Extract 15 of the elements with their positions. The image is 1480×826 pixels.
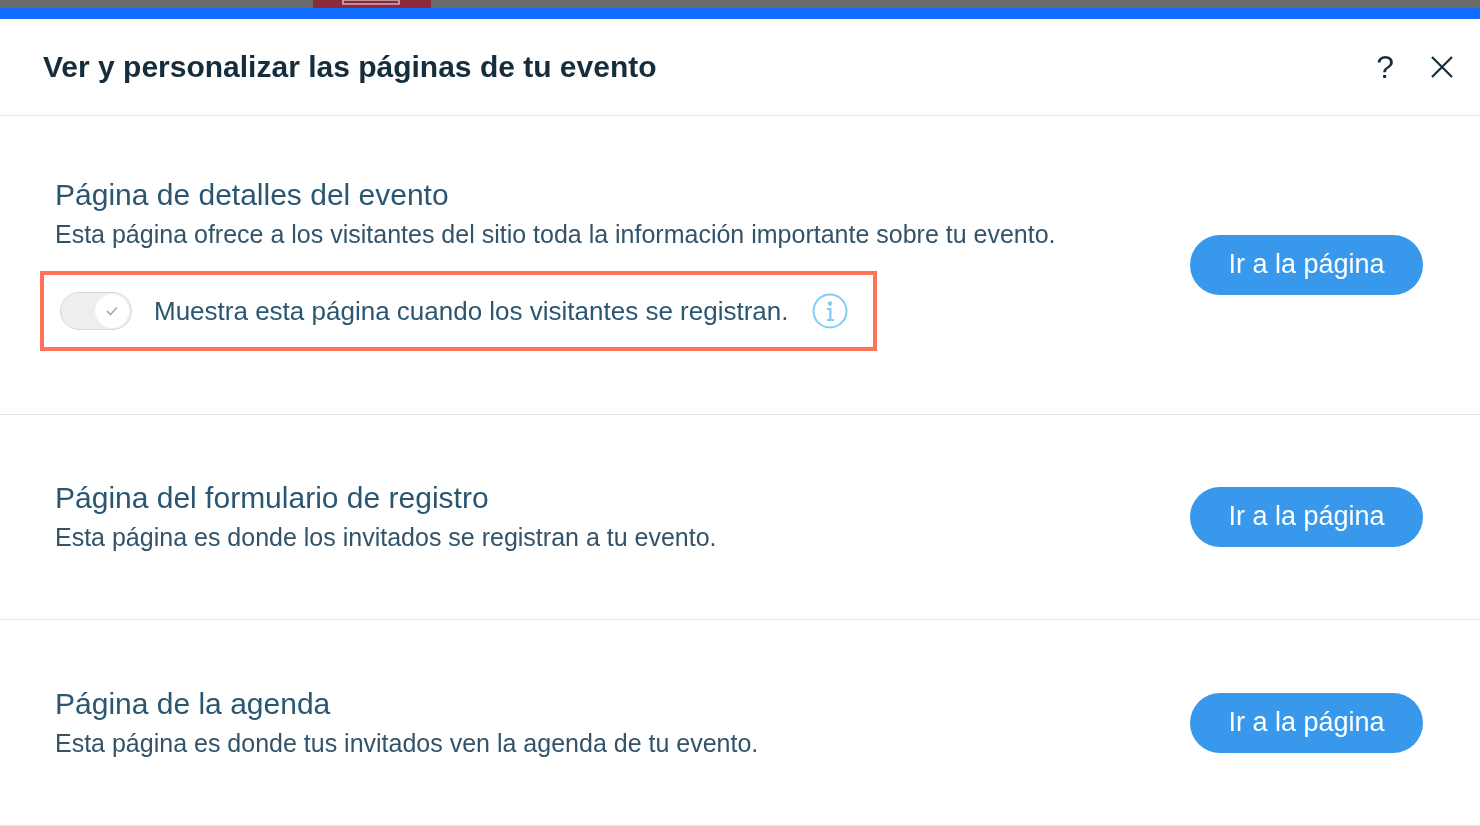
check-icon [106,306,118,317]
section-description: Esta página es donde los invitados se registran a tu evento. [55,523,718,553]
toggle-label: Muestra esta página cuando los visitantes se registran. [154,295,789,327]
close-icon [1430,55,1454,80]
section-description: Esta página es donde tus invitados ven la agenda de tu evento. [55,729,760,759]
section-heading: Página de la agenda [55,687,332,722]
section-heading: Página del formulario de registro [55,481,490,516]
section-heading: Página de detalles del evento [55,178,450,213]
close-button[interactable] [1430,55,1454,80]
section-description: Esta página ofrece a los visitantes del sitio toda la información importante sobre tu evento. [55,220,1057,250]
help-button[interactable]: ? [1376,48,1394,86]
dialog-title: Ver y personalizar las páginas de tu evento [43,50,658,85]
go-to-page-button[interactable]: Ir a la página [1190,692,1423,753]
go-to-page-button[interactable]: Ir a la página [1190,234,1423,295]
go-to-page-button[interactable]: Ir a la página [1190,486,1423,547]
